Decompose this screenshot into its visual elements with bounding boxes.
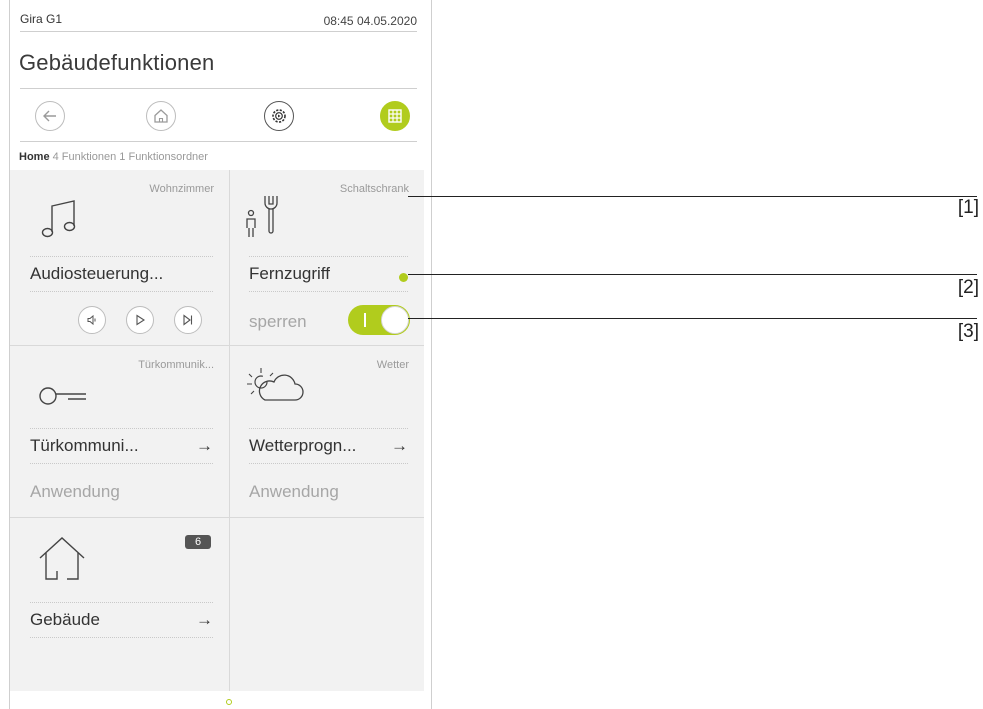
back-arrow-icon [43, 110, 56, 122]
tile-door-communication[interactable]: Türkommunik... Türkommuni... → Anwendung [10, 346, 229, 517]
home-icon [154, 109, 168, 123]
tile-building-folder[interactable]: 6 Gebäude → [10, 518, 229, 691]
tile-location: Türkommunik... [138, 359, 214, 371]
tile-name-text: Wetterprogn... [249, 436, 357, 455]
callout-line-3 [408, 318, 977, 319]
arrow-right-icon: → [196, 610, 213, 629]
device-brand: Gira G1 [20, 12, 63, 26]
callout-line-2 [408, 274, 977, 275]
nav-divider [20, 141, 417, 142]
toggle-knob [381, 306, 409, 334]
music-note-icon [41, 200, 76, 238]
previous-track-button[interactable] [78, 306, 106, 334]
clock-date: 08:45 04.05.2020 [323, 14, 417, 28]
house-icon [39, 537, 85, 580]
settings-button[interactable] [264, 101, 294, 131]
device-screen: Gira G1 08:45 04.05.2020 Gebäudefunktion… [9, 0, 432, 709]
arrow-right-icon: → [196, 436, 213, 455]
callout-label-2: [2] [957, 277, 979, 298]
callout-line-1 [408, 196, 977, 197]
tile-location: Schaltschrank [339, 183, 409, 195]
tile-location: Wohnzimmer [149, 183, 214, 195]
tile-weather[interactable]: Wetter Wetterprogn... → Anwendung [229, 346, 424, 517]
tile-audio[interactable]: Wohnzimmer Audiosteuerung... [10, 170, 229, 345]
status-led [399, 273, 408, 282]
tile-name: Gebäude → [30, 602, 213, 638]
home-button[interactable] [146, 101, 176, 131]
back-button[interactable] [35, 101, 65, 131]
title-divider [20, 88, 417, 89]
breadcrumb: Home 4 Funktionen 1 Funktionsordner [19, 151, 208, 163]
breadcrumb-folders: 1 Funktionsordner [119, 151, 208, 163]
tile-name: Audiosteuerung... [30, 256, 213, 292]
page-title: Gebäudefunktionen [19, 50, 215, 75]
volume-icon [87, 314, 96, 326]
tile-location: Wetter [376, 359, 409, 371]
item-count-badge: 6 [185, 535, 211, 549]
grid-icon [388, 109, 402, 123]
toggle-on-mark [364, 313, 366, 327]
play-icon [136, 314, 146, 326]
skip-next-icon [183, 314, 193, 326]
arrow-right-icon: → [391, 436, 408, 455]
callout-label-1: [1] [957, 197, 979, 218]
callout-label-3: [3] [957, 321, 979, 342]
tile-name-text: Gebäude [30, 610, 100, 629]
page-indicator-dot [226, 699, 232, 705]
tile-name-text: Türkommuni... [30, 436, 139, 455]
breadcrumb-functions: 4 Funktionen [52, 151, 117, 163]
status-bar: Gira G1 08:45 04.05.2020 [20, 10, 417, 32]
lock-label: sperren [249, 312, 307, 331]
tile-name: Wetterprogn... → [249, 428, 408, 464]
key-icon [39, 387, 86, 405]
tile-subtitle: Anwendung [249, 482, 339, 501]
play-button[interactable] [126, 306, 154, 334]
tile-name: Fernzugriff [249, 256, 408, 292]
tile-subtitle: Anwendung [30, 482, 120, 501]
next-track-button[interactable] [174, 306, 202, 334]
lock-toggle[interactable] [348, 305, 410, 335]
sun-cloud-icon [247, 368, 304, 401]
tile-name: Türkommuni... → [30, 428, 213, 464]
breadcrumb-home[interactable]: Home [19, 151, 50, 163]
tile-remote-access[interactable]: Schaltschrank Fernzugriff sperren [229, 170, 424, 345]
grid-view-button[interactable] [380, 101, 410, 131]
settings-gear-icon [272, 109, 286, 123]
service-tools-icon [246, 196, 278, 237]
